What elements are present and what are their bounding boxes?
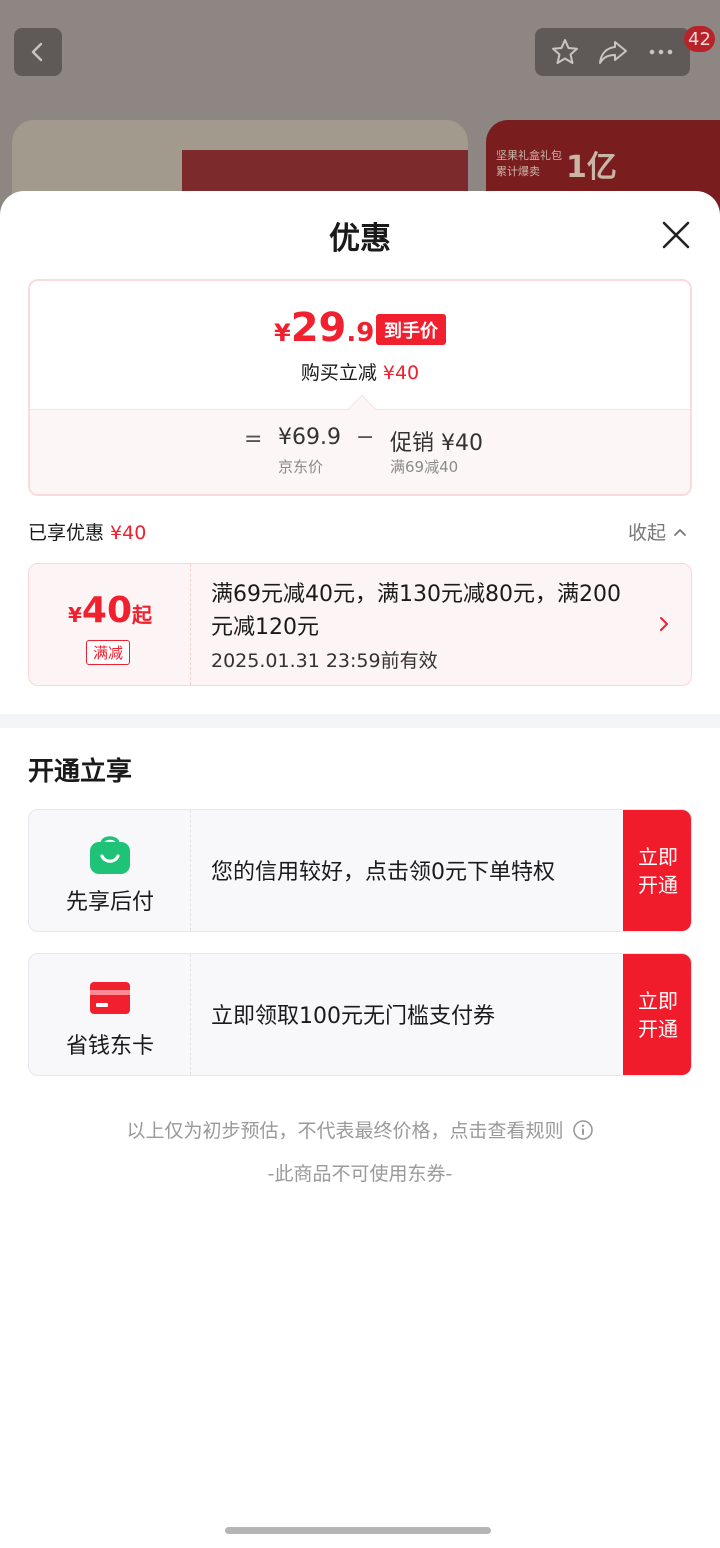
shopping-bag-icon [90,836,130,874]
info-icon[interactable] [572,1119,594,1141]
equals-sign: = [244,427,263,452]
close-button[interactable] [656,215,696,255]
collapse-label: 收起 [628,522,667,544]
price-summary-card: ¥29.9 到手价 购买立减 ¥40 = ¥69.9 京东价 − 促销 ¥40 满… [28,279,692,496]
price-disclaimer[interactable]: 以上仅为初步预估，不代表最终价格，点击查看规则 [0,1116,720,1143]
coupon-amount: ¥40起 [29,590,191,631]
coupon-amount-number: 40 [81,590,133,631]
minus-sign: − [356,425,375,450]
jd-price-label: 京东价 [278,458,324,476]
chevron-left-icon [31,42,43,62]
section-title: 开通立享 [28,757,133,787]
service-description: 立即领取100元无门槛支付券 [211,1004,495,1029]
notification-badge: 42 [684,26,715,52]
activate-button[interactable]: 立即开通 [623,810,691,931]
discount-sheet: 优惠 ¥29.9 到手价 购买立减 ¥40 = ¥69.9 京东价 − 促销 ¥4… [0,191,720,1521]
top-action-bar [535,28,690,76]
instant-discount-amount: ¥40 [382,362,420,384]
coupon-value-area: ¥40起 满减 [29,564,191,685]
coupon-card[interactable]: ¥40起 满减 满69元减40元，满130元减80元，满200元减120元 20… [28,563,692,686]
service-description: 您的信用较好，点击领0元下单特权 [211,860,555,885]
card-icon [90,982,130,1014]
back-button[interactable] [14,28,62,76]
coupon-description: 满69元减40元，满130元减80元，满200元减120元 [211,582,621,640]
service-icon-area: 先享后付 [29,810,191,931]
sheet-title: 优惠 [329,221,391,257]
coupon-currency: ¥ [67,603,82,627]
service-card-pay-later[interactable]: 先享后付 您的信用较好，点击领0元下单特权 立即开通 [28,809,692,932]
instant-discount-label: 购买立减 [300,362,377,384]
collapse-button[interactable]: 收起 [628,518,688,545]
instant-discount: 购买立减 ¥40 [30,358,690,385]
coupon-amount-suffix: 起 [132,603,153,627]
home-indicator[interactable] [225,1527,491,1534]
coupon-type-tag: 满减 [86,640,131,665]
final-price-integer: 29 [290,305,347,351]
service-name: 省钱东卡 [65,1034,154,1059]
final-price: ¥29.9 [274,305,374,351]
service-icon-area: 省钱东卡 [29,954,191,1075]
section-divider [0,714,720,728]
coupon-validity: 2025.01.31 23:59前有效 [211,650,438,672]
disclaimer-text: 以上仅为初步预估，不代表最终价格，点击查看规则 [126,1120,564,1142]
promo-value: 促销 ¥40 [390,431,483,456]
chevron-right-icon [660,617,668,631]
share-icon[interactable] [597,37,629,67]
promo-label: 满69减40 [390,458,459,476]
product-image-caption: 坚果礼盒礼包 累计爆卖 [496,149,562,178]
close-icon [662,221,690,249]
final-price-currency: ¥ [274,319,291,347]
star-icon[interactable] [550,37,580,67]
product-image-headline: 1亿 [566,150,617,185]
activate-button[interactable]: 立即开通 [623,954,691,1075]
bottom-safe-area [0,1521,720,1548]
more-icon[interactable] [646,37,676,67]
coupon-unavailable-notice: -此商品不可使用东券- [267,1163,453,1185]
service-card-jd-card[interactable]: 省钱东卡 立即领取100元无门槛支付券 立即开通 [28,953,692,1076]
enjoyed-discount-amount: ¥40 [110,522,147,544]
enjoyed-discount-label: 已享优惠 [28,522,105,544]
final-price-tag: 到手价 [376,314,446,345]
service-name: 先享后付 [65,890,154,915]
chevron-up-icon [674,528,686,536]
jd-price-value: ¥69.9 [278,425,341,450]
final-price-decimal: .9 [346,318,375,348]
enjoyed-discount: 已享优惠 ¥40 [28,518,146,545]
